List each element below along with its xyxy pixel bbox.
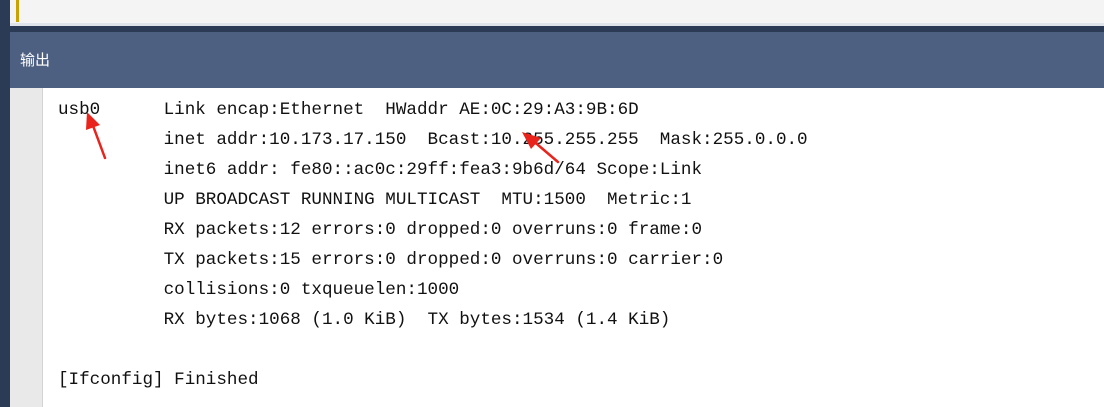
output-line: [Ifconfig] Finished xyxy=(58,370,259,390)
output-panel[interactable]: usb0 Link encap:Ethernet HWaddr AE:0C:29… xyxy=(10,88,1104,407)
output-panel-header: 输出 xyxy=(10,32,1104,88)
ide-window: 输出 usb0 Link encap:Ethernet HWaddr AE:0C… xyxy=(0,0,1104,407)
output-line: RX bytes:1068 (1.0 KiB) TX bytes:1534 (1… xyxy=(58,310,671,330)
output-line: inet addr:10.173.17.150 Bcast:10.255.255… xyxy=(58,130,808,150)
output-line: UP BROADCAST RUNNING MULTICAST MTU:1500 … xyxy=(58,190,692,210)
output-line: usb0 Link encap:Ethernet HWaddr AE:0C:29… xyxy=(58,100,639,120)
output-line: RX packets:12 errors:0 dropped:0 overrun… xyxy=(58,220,703,240)
panel-title: 输出 xyxy=(20,51,51,69)
output-text[interactable]: usb0 Link encap:Ethernet HWaddr AE:0C:29… xyxy=(58,95,808,395)
scroll-marker xyxy=(16,0,19,22)
output-line: collisions:0 txqueuelen:1000 xyxy=(58,280,460,300)
output-line: inet6 addr: fe80::ac0c:29ff:fea3:9b6d/64… xyxy=(58,160,703,180)
editor-strip xyxy=(10,0,1104,26)
output-gutter xyxy=(10,88,43,407)
output-line: TX packets:15 errors:0 dropped:0 overrun… xyxy=(58,250,724,270)
